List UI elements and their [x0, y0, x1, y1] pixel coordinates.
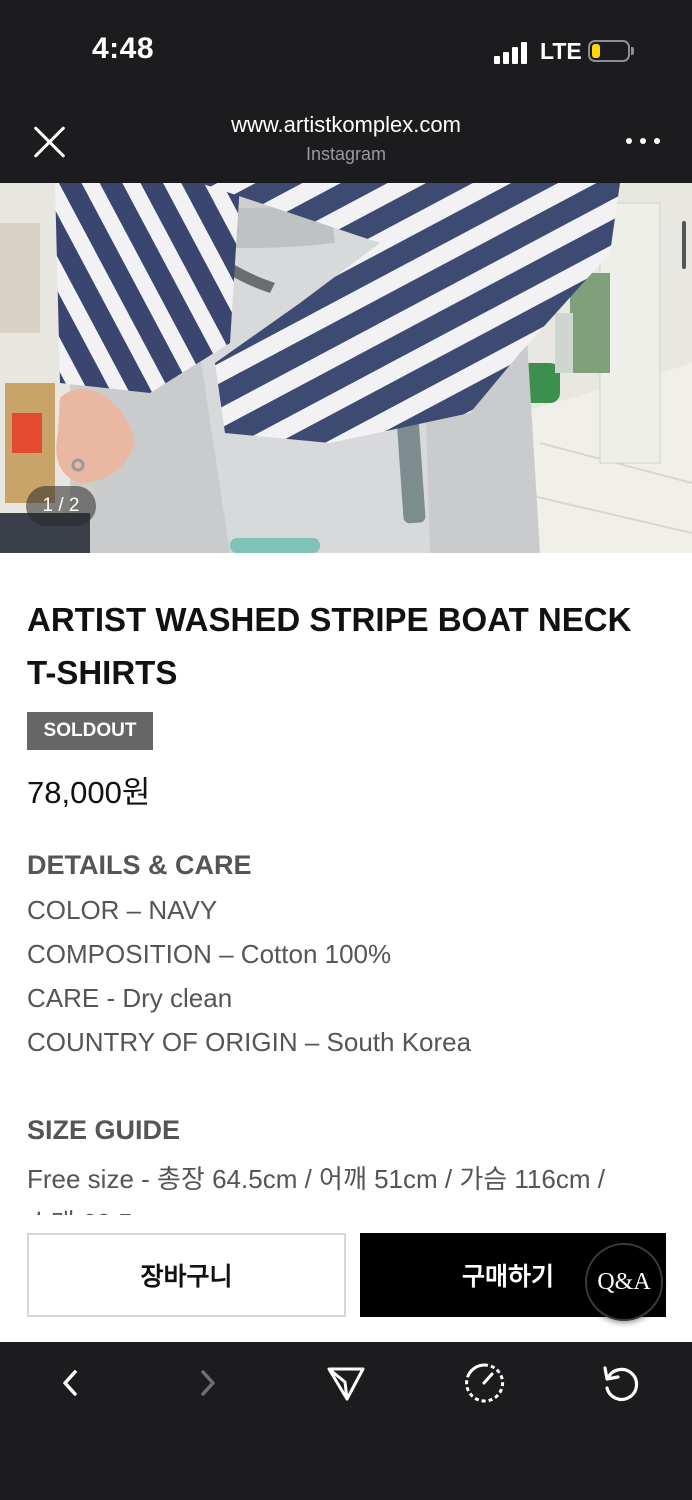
more-horizontal-icon[interactable] — [626, 138, 660, 148]
product-photo — [0, 183, 692, 553]
size-guide-line-2: 소매 63.5cm — [27, 1203, 167, 1215]
forward-icon[interactable] — [186, 1360, 232, 1406]
purchase-action-bar: 장바구니 구매하기 Q&A — [0, 1215, 692, 1342]
detail-origin: COUNTRY OF ORIGIN – South Korea — [27, 1027, 472, 1057]
share-icon[interactable] — [323, 1360, 369, 1406]
browser-toolbar — [0, 1342, 692, 1500]
details-heading: DETAILS & CARE — [27, 850, 252, 880]
network-label: LTE — [540, 38, 582, 64]
size-guide-heading: SIZE GUIDE — [27, 1115, 181, 1145]
detail-care: CARE - Dry clean — [27, 983, 233, 1013]
status-time: 4:48 — [92, 32, 155, 65]
size-guide-line: Free size - 총장 64.5cm / 어깨 51cm / 가슴 116… — [27, 1164, 605, 1194]
product-title: ARTIST WASHED STRIPE BOAT NECK T-SHIRTS — [27, 601, 632, 691]
browser-source: Instagram — [305, 144, 387, 164]
product-image[interactable]: 1 / 2 — [0, 183, 692, 553]
product-details: ARTIST WASHED STRIPE BOAT NECK T-SHIRTS … — [0, 553, 692, 1215]
speed-icon[interactable] — [461, 1360, 507, 1406]
status-bar: 4:48 LTE — [0, 0, 692, 100]
gallery-page-indicator: 1 / 2 — [26, 486, 96, 526]
reload-icon[interactable] — [598, 1360, 644, 1406]
product-price: 78,000원 — [27, 775, 151, 810]
detail-color: COLOR – NAVY — [27, 895, 218, 925]
signal-icon — [494, 40, 530, 64]
browser-header: www.artistkomplex.com Instagram — [0, 100, 692, 183]
status-badge: SOLDOUT — [27, 712, 153, 750]
battery-icon — [588, 40, 634, 62]
buy-now-label: 구매하기 — [461, 1263, 554, 1291]
qa-button[interactable]: Q&A — [585, 1243, 663, 1321]
page-url[interactable]: www.artistkomplex.com — [0, 112, 692, 138]
detail-composition: COMPOSITION – Cotton 100% — [27, 939, 392, 969]
add-to-cart-button[interactable]: 장바구니 — [27, 1233, 346, 1317]
back-icon[interactable] — [46, 1360, 92, 1406]
